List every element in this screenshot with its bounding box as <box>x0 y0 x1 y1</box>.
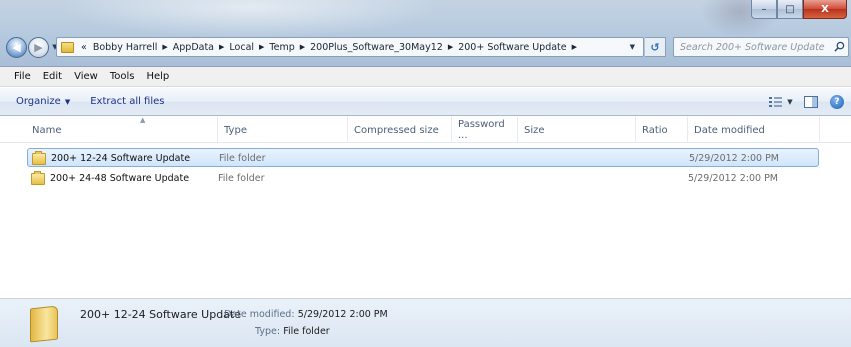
maximize-button[interactable]: □ <box>777 0 803 19</box>
file-list: 200+ 12-24 Software Update File folder 5… <box>0 143 851 298</box>
column-header-size[interactable]: Size <box>518 117 636 143</box>
breadcrumb-temp[interactable]: Temp <box>266 42 297 53</box>
forward-button[interactable]: ▶ <box>28 36 49 58</box>
extract-all-files-button[interactable]: Extract all files <box>80 96 174 107</box>
help-button[interactable]: ? <box>827 93 847 111</box>
column-header-ratio[interactable]: Ratio <box>636 117 688 143</box>
address-dropdown-icon[interactable]: ▼ <box>630 43 635 51</box>
folder-icon <box>61 41 74 53</box>
breadcrumb-current-folder[interactable]: 200+ Software Update <box>455 42 569 53</box>
title-bar: – □ X ◀ ▶ ▼ « Bobby Harrell ▶ AppData ▶ … <box>0 0 851 67</box>
views-icon <box>768 97 782 107</box>
breadcrumb-arrow-icon[interactable]: ▶ <box>446 43 455 51</box>
menu-bar: File Edit View Tools Help <box>0 67 851 87</box>
breadcrumb-arrow-icon[interactable]: ▶ <box>257 43 266 51</box>
organize-label: Organize <box>16 96 61 107</box>
menu-tools[interactable]: Tools <box>104 71 141 82</box>
minimize-button[interactable]: – <box>751 0 777 19</box>
menu-view[interactable]: View <box>68 71 104 82</box>
details-item-name: 200+ 12-24 Software Update <box>80 308 241 321</box>
close-button[interactable]: X <box>803 0 847 19</box>
breadcrumb-archive[interactable]: 200Plus_Software_30May12 <box>307 42 446 53</box>
help-icon: ? <box>830 95 844 109</box>
column-header-password[interactable]: Password ... <box>452 117 518 143</box>
details-date-modified-value: 5/29/2012 2:00 PM <box>297 309 388 320</box>
change-view-button[interactable] <box>765 93 785 111</box>
file-type: File folder <box>218 173 265 184</box>
column-headers: Name ▲ Type Compressed size Password ...… <box>0 116 851 143</box>
folder-icon <box>32 150 46 165</box>
extract-all-files-label: Extract all files <box>90 96 165 107</box>
details-type: Type: File folder <box>255 326 330 337</box>
column-header-date-modified[interactable]: Date modified <box>688 117 820 143</box>
breadcrumb-arrow-icon[interactable]: ▶ <box>217 43 226 51</box>
chevron-down-icon: ▼ <box>787 98 793 106</box>
back-button[interactable]: ◀ <box>6 36 27 58</box>
breadcrumb-arrow-icon[interactable]: ▶ <box>570 43 579 51</box>
file-type: File folder <box>219 153 266 164</box>
breadcrumb-bobby-harrell[interactable]: Bobby Harrell <box>90 42 161 53</box>
details-pane: 200+ 12-24 Software Update Date modified… <box>0 298 851 347</box>
window-controls: – □ X <box>751 0 847 19</box>
breadcrumb-overflow[interactable]: « <box>78 42 90 53</box>
search-box <box>673 37 849 57</box>
list-item-name: 200+ 12-24 Software Update <box>32 149 190 168</box>
refresh-icon: ↺ <box>650 40 660 54</box>
breadcrumb-arrow-icon[interactable]: ▶ <box>160 43 169 51</box>
preview-pane-icon <box>804 96 818 108</box>
column-header-compressed-size[interactable]: Compressed size <box>348 117 452 143</box>
more-views-button[interactable]: ▼ <box>785 93 795 111</box>
search-input[interactable] <box>680 41 830 53</box>
list-item-name: 200+ 24-48 Software Update <box>31 169 189 188</box>
file-date-modified: 5/29/2012 2:00 PM <box>688 173 779 184</box>
command-bar-right: ▼ ? <box>759 93 847 111</box>
menu-file[interactable]: File <box>8 71 37 82</box>
list-item[interactable]: 200+ 12-24 Software Update File folder 5… <box>27 148 819 167</box>
menu-edit[interactable]: Edit <box>37 71 68 82</box>
folder-icon <box>31 170 45 185</box>
breadcrumb-arrow-icon[interactable]: ▶ <box>298 43 307 51</box>
address-bar[interactable]: « Bobby Harrell ▶ AppData ▶ Local ▶ Temp… <box>56 37 644 57</box>
search-icon[interactable] <box>834 41 845 52</box>
sort-ascending-icon: ▲ <box>140 116 146 124</box>
preview-pane-button[interactable] <box>801 93 821 111</box>
file-date-modified: 5/29/2012 2:00 PM <box>689 153 780 164</box>
command-bar: Organize ▼ Extract all files ▼ ? <box>0 88 851 116</box>
breadcrumb-appdata[interactable]: AppData <box>170 42 217 53</box>
column-header-type[interactable]: Type <box>218 117 348 143</box>
organize-button[interactable]: Organize ▼ <box>6 96 80 107</box>
refresh-button[interactable]: ↺ <box>645 37 666 57</box>
details-type-value: File folder <box>283 326 330 337</box>
breadcrumb-local[interactable]: Local <box>226 42 257 53</box>
close-icon: X <box>821 3 829 15</box>
menu-help[interactable]: Help <box>140 71 175 82</box>
minimize-icon: – <box>761 3 767 15</box>
navigation-row: ◀ ▶ ▼ « Bobby Harrell ▶ AppData ▶ Local … <box>6 35 849 59</box>
list-item[interactable]: 200+ 24-48 Software Update File folder 5… <box>27 169 819 188</box>
details-type-label: Type: <box>255 326 281 337</box>
forward-arrow-icon: ▶ <box>34 40 43 54</box>
chevron-down-icon: ▼ <box>64 97 71 106</box>
maximize-icon: □ <box>785 3 795 15</box>
back-arrow-icon: ◀ <box>12 40 21 54</box>
details-date-modified-label: Date modified: <box>224 309 295 320</box>
column-header-name[interactable]: Name ▲ <box>26 116 218 143</box>
file-name: 200+ 12-24 Software Update <box>51 153 191 164</box>
file-name: 200+ 24-48 Software Update <box>50 173 190 184</box>
folder-icon <box>30 305 58 343</box>
details-date-modified: Date modified: 5/29/2012 2:00 PM <box>224 309 388 320</box>
column-header-name-label: Name <box>32 124 62 136</box>
